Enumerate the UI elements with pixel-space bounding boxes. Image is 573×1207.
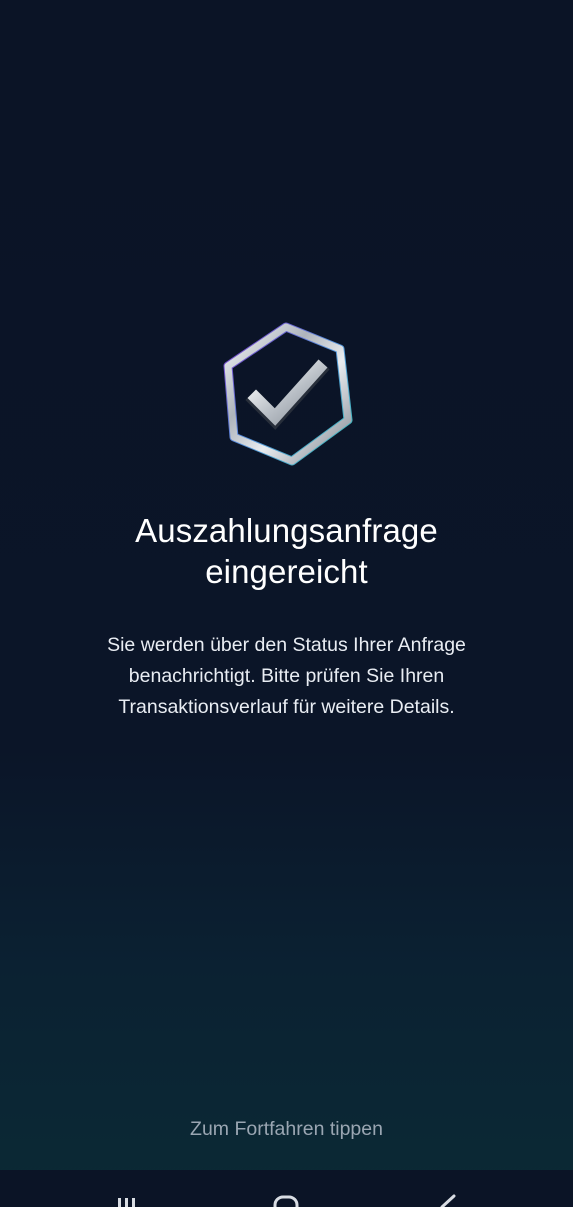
back-icon[interactable]	[428, 1192, 468, 1207]
shield-check-icon	[216, 318, 358, 468]
status-message: Sie werden über den Status Ihrer Anfrage…	[107, 634, 466, 718]
continue-hint[interactable]: Zum Fortfahren tippen	[0, 1118, 573, 1141]
page-title: Auszahlungsanfrage eingereicht	[0, 510, 573, 592]
recents-icon[interactable]	[106, 1192, 146, 1207]
home-icon[interactable]	[266, 1192, 306, 1207]
success-screen[interactable]: Auszahlungsanfrage eingereicht Sie werde…	[0, 0, 573, 1170]
title-line-2: eingereicht	[205, 553, 368, 590]
system-navigation-bar	[0, 1170, 573, 1207]
title-line-1: Auszahlungsanfrage	[135, 512, 438, 549]
